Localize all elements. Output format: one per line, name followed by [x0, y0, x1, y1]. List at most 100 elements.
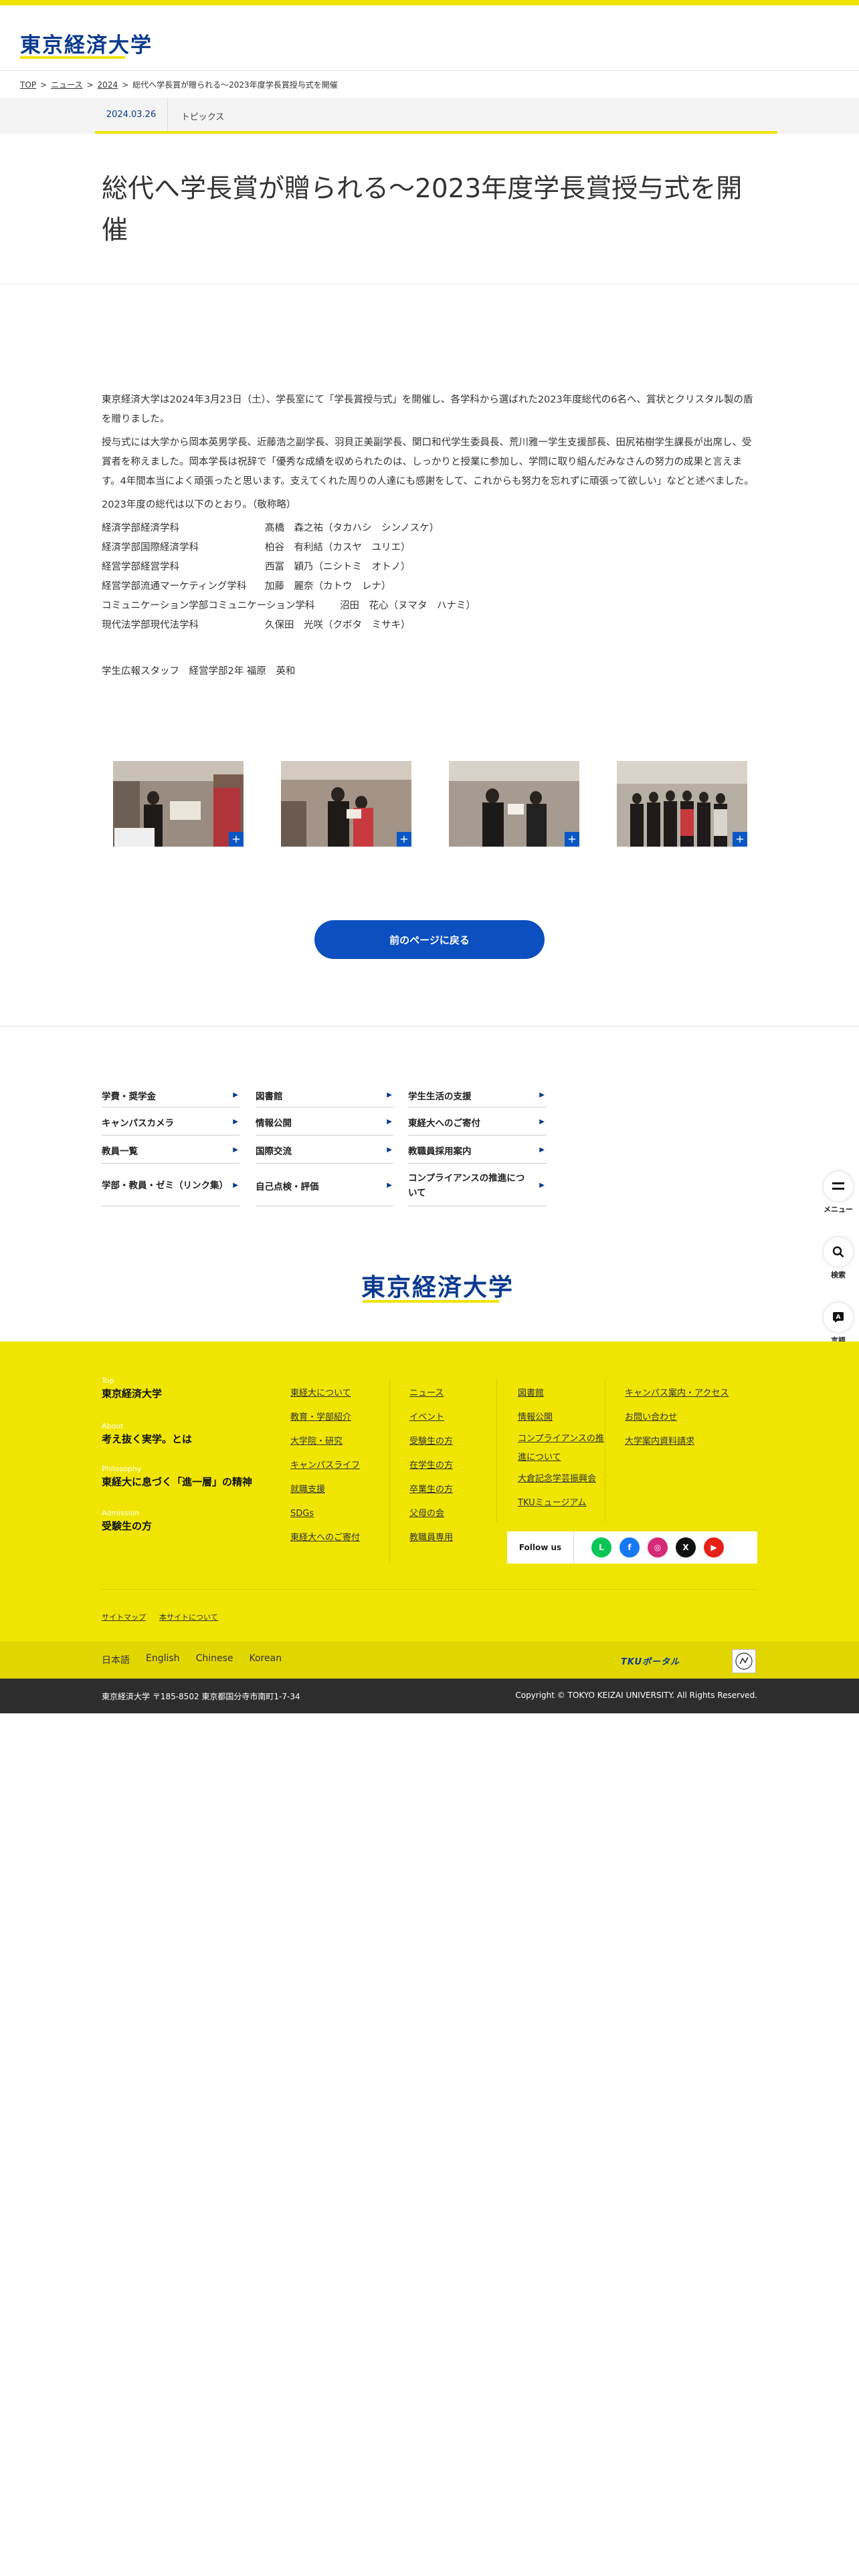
related-link[interactable]: 教職員採用案内 ▶: [408, 1137, 546, 1164]
certification-badge-icon[interactable]: [732, 1649, 756, 1673]
expand-icon[interactable]: +: [397, 832, 411, 847]
expand-icon[interactable]: +: [565, 832, 579, 847]
related-link[interactable]: 情報公開 ▶: [256, 1109, 393, 1136]
footer-link[interactable]: イベント: [409, 1406, 453, 1430]
divider: [0, 1026, 859, 1027]
footer-link[interactable]: 受験生の方: [409, 1430, 453, 1454]
lang-zh[interactable]: Chinese: [196, 1653, 233, 1667]
footer-link[interactable]: TKUミュージアム: [518, 1491, 611, 1515]
footer-link[interactable]: 父母の会: [409, 1502, 453, 1526]
arrow-right-icon: ▶: [233, 1181, 238, 1189]
related-link[interactable]: 学部・教員・ゼミ（リンク集） ▶: [102, 1165, 240, 1206]
youtube-icon[interactable]: ▶: [704, 1537, 724, 1558]
footer-link[interactable]: キャンパス案内・アクセス: [625, 1382, 729, 1406]
lang-ko[interactable]: Korean: [250, 1653, 282, 1667]
footer-logo[interactable]: 東京経済大学: [361, 1268, 514, 1303]
gallery-photo[interactable]: +: [449, 761, 579, 847]
footer-link[interactable]: 就職支援: [290, 1478, 360, 1502]
logo-underline: [20, 56, 125, 59]
arrow-right-icon: ▶: [233, 1118, 238, 1125]
related-link[interactable]: 自己点検・評価 ▶: [256, 1165, 393, 1206]
award-dept: コミュニケーション学部コミュニケーション学科: [102, 601, 315, 611]
divider: [389, 1379, 390, 1564]
footer-link[interactable]: 大倉記念学芸振興会: [518, 1467, 611, 1491]
related-link[interactable]: コンプライアンスの推進について ▶: [408, 1165, 546, 1206]
award-dept: 経営学部流通マーケティング学科: [102, 581, 247, 592]
lang-ja[interactable]: 日本語: [102, 1653, 130, 1667]
breadcrumb-top[interactable]: TOP: [20, 80, 36, 90]
related-link[interactable]: 東経大へのご寄付 ▶: [408, 1109, 546, 1136]
arrow-right-icon: ▶: [387, 1091, 392, 1099]
footer-link[interactable]: 情報公開: [518, 1406, 611, 1430]
address: 東京経済大学 〒185-8502 東京都国分寺市南町1-7-34: [102, 1692, 300, 1701]
line-icon[interactable]: L: [591, 1537, 611, 1558]
article-paragraph: 2023年度の総代は以下のとおり。（敬称略）: [102, 500, 296, 510]
gallery-photo[interactable]: +: [617, 761, 747, 847]
ceremony-photo: [113, 761, 244, 847]
award-name: 柏谷 有利結（カスヤ ユリエ）: [265, 542, 411, 553]
footer-link[interactable]: 教職員専用: [409, 1526, 453, 1550]
side-language-button[interactable]: A 言語: [818, 1303, 859, 1346]
gallery-photo[interactable]: +: [281, 761, 411, 847]
award-row: 経済学部国際経済学科 柏谷 有利結（カスヤ ユリエ）: [102, 538, 757, 558]
expand-icon[interactable]: +: [733, 832, 747, 847]
footer-link[interactable]: 在学生の方: [409, 1454, 453, 1478]
sitemap-link[interactable]: サイトマップ: [102, 1612, 146, 1622]
instagram-icon[interactable]: ◎: [648, 1537, 668, 1558]
footer-link[interactable]: 東経大について: [290, 1382, 360, 1406]
footer-link[interactable]: 教育・学部紹介: [290, 1406, 360, 1430]
footer-link[interactable]: 卒業生の方: [409, 1478, 453, 1502]
gallery-photo[interactable]: +: [113, 761, 244, 847]
breadcrumb-separator: >: [40, 80, 47, 90]
footer-links-col: 東経大について 教育・学部紹介 大学院・研究 キャンパスライフ 就職支援 SDG…: [290, 1382, 360, 1550]
site-header: 東京経済大学: [0, 5, 859, 71]
side-search-button[interactable]: 検索: [818, 1237, 859, 1280]
copyright: Copyright © TOKYO KEIZAI UNIVERSITY. All…: [515, 1691, 757, 1700]
footer-link[interactable]: 図書館: [518, 1382, 611, 1406]
footer-link[interactable]: SDGs: [290, 1502, 360, 1526]
footer-link[interactable]: 東経大へのご寄付: [290, 1526, 360, 1550]
ceremony-photo: [281, 761, 411, 847]
footer-link[interactable]: ニュース: [409, 1382, 453, 1406]
award-row: コミュニケーション学部コミュニケーション学科 沼田 花心（ヌマタ ハナミ）: [102, 597, 757, 616]
arrow-right-icon: ▶: [387, 1182, 392, 1189]
lang-en[interactable]: English: [146, 1653, 180, 1667]
footer-feature[interactable]: Philosophy 東経大に息づく「進一層」の精神: [102, 1465, 252, 1489]
footer-link[interactable]: コンプライアンスの推進について: [518, 1430, 611, 1467]
article-paragraph: 東京経済大学は2024年3月23日（土）、学長室にて「学長賞授与式」を開催し、各…: [102, 395, 753, 425]
breadcrumb-news[interactable]: ニュース: [51, 79, 82, 90]
follow-us-label: Follow us: [507, 1531, 574, 1564]
bottom-bar: 東京経済大学 〒185-8502 東京都国分寺市南町1-7-34 Copyrig…: [0, 1679, 859, 1713]
related-link[interactable]: 学生生活の支援 ▶: [408, 1083, 546, 1107]
footer-link[interactable]: 大学案内資料請求: [625, 1430, 729, 1454]
footer-feature[interactable]: Admission 受験生の方: [102, 1509, 152, 1533]
footer-link[interactable]: 大学院・研究: [290, 1430, 360, 1454]
back-button[interactable]: 前のページに戻る: [314, 920, 545, 959]
facebook-icon[interactable]: f: [619, 1537, 640, 1558]
related-link[interactable]: 教員一覧 ▶: [102, 1137, 240, 1164]
side-menu-button[interactable]: メニュー: [818, 1172, 859, 1214]
breadcrumb-separator: >: [86, 80, 94, 90]
x-icon[interactable]: X: [676, 1537, 696, 1558]
related-link[interactable]: 図書館 ▶: [256, 1083, 393, 1107]
divider: [102, 1589, 757, 1590]
top-accent-bar: [0, 0, 859, 5]
footer-link[interactable]: お問い合わせ: [625, 1406, 729, 1430]
footer-feature[interactable]: About 考え抜く実学。とは: [102, 1422, 192, 1446]
related-link[interactable]: 学費・奨学金 ▶: [102, 1083, 240, 1107]
breadcrumb: TOP > ニュース > 2024 > 総代へ学長賞が贈られる～2023年度学長…: [20, 79, 338, 90]
site-logo[interactable]: 東京経済大学: [20, 28, 153, 58]
related-link[interactable]: キャンパスカメラ ▶: [102, 1109, 240, 1136]
meta-underline: [95, 131, 777, 134]
footer-feature[interactable]: Top 東京経済大学: [102, 1376, 162, 1400]
arrow-right-icon: ▶: [387, 1118, 392, 1125]
about-site-link[interactable]: 本サイトについて: [159, 1612, 218, 1622]
footer-link[interactable]: キャンパスライフ: [290, 1454, 360, 1478]
breadcrumb-year[interactable]: 2024: [98, 80, 118, 90]
article-category[interactable]: トピックス: [167, 98, 237, 134]
related-link[interactable]: 国際交流 ▶: [256, 1137, 393, 1164]
expand-icon[interactable]: +: [229, 832, 244, 847]
article-paragraph: 授与式には大学から岡本英男学長、近藤浩之副学長、羽貝正美副学長、関口和代学生委員…: [102, 437, 754, 487]
tku-portal-link[interactable]: TKUポータル: [621, 1654, 680, 1667]
award-row: 経営学部経営学科 西冨 穎乃（ニシトミ オトノ）: [102, 558, 757, 577]
